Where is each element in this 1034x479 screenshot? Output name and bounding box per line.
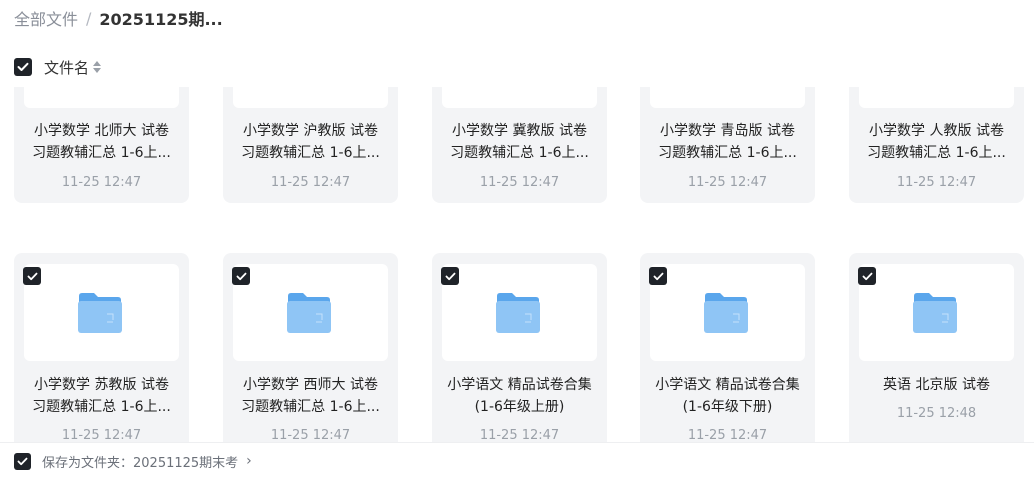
check-icon [445,272,455,280]
folder-date: 11-25 12:47 [687,428,768,442]
item-checkbox[interactable] [649,267,667,285]
check-icon [236,272,246,280]
check-icon [27,272,37,280]
folder-date: 11-25 12:47 [61,175,142,190]
folder-name: 小学数学 西师大 试卷 习题教辅汇总 1-6上... [241,377,380,415]
folder-date: 11-25 12:47 [270,175,351,190]
folder-name: 小学数学 沪教版 试卷 习题教辅汇总 1-6上... [241,123,380,161]
save-as-folder-checkbox[interactable] [14,452,31,470]
folder-thumbnail [24,87,179,108]
item-checkbox[interactable] [441,267,459,285]
list-header: 文件名 [14,57,102,78]
folder-thumbnail [650,87,805,108]
folder-name: 小学语文 精品试卷合集 (1-6年级下册) [655,377,800,415]
folder-thumbnail [441,264,597,361]
check-icon [653,272,663,280]
save-as-folder-label[interactable]: 保存为文件夹：20251125期末考 [42,452,238,471]
breadcrumb-root-link[interactable]: 全部文件 [14,6,78,30]
breadcrumb-separator: / [86,8,92,28]
folder-name: 小学数学 北师大 试卷 习题教辅汇总 1-6上... [32,123,171,161]
folder-card[interactable]: 英语 北京版 试卷 11-25 12:48 [849,253,1024,442]
check-icon [17,457,28,465]
file-grid[interactable]: 小学数学 北师大 试卷 习题教辅汇总 1-6上... 11-25 12:47 小学… [0,87,1034,442]
folder-thumbnail [232,264,388,361]
folder-card[interactable]: 小学语文 精品试卷合集 (1-6年级下册) 11-25 12:47 [640,253,815,442]
folder-name: 小学数学 青岛版 试卷 习题教辅汇总 1-6上... [658,123,797,161]
item-checkbox[interactable] [232,267,250,285]
breadcrumb-current: 20251125期... [99,10,223,29]
select-all-checkbox[interactable] [14,58,32,76]
folder-thumbnail [23,264,179,361]
folder-date: 11-25 12:47 [479,175,560,190]
sort-icon[interactable] [93,61,102,73]
item-checkbox[interactable] [23,267,41,285]
save-bar: 保存为文件夹：20251125期末考 › [0,442,1034,479]
folder-name: 小学数学 人教版 试卷 习题教辅汇总 1-6上... [867,123,1006,161]
folder-card[interactable]: 小学数学 苏教版 试卷 习题教辅汇总 1-6上... 11-25 12:47 [14,253,189,442]
folder-thumbnail [233,87,388,108]
folder-name: 小学数学 苏教版 试卷 习题教辅汇总 1-6上... [32,377,171,415]
folder-thumbnail [442,87,597,108]
folder-date: 11-25 12:48 [896,406,977,421]
folder-date: 11-25 12:47 [61,428,142,442]
folder-card[interactable]: 小学数学 西师大 试卷 习题教辅汇总 1-6上... 11-25 12:47 [223,253,398,442]
folder-date: 11-25 12:47 [270,428,351,442]
chevron-right-icon[interactable]: › [246,453,252,469]
folder-icon [704,293,748,333]
folder-card[interactable]: 小学数学 人教版 试卷 习题教辅汇总 1-6上... 11-25 12:47 [849,87,1024,203]
check-icon [17,62,29,71]
folder-thumbnail [858,264,1014,361]
folder-name: 小学数学 冀教版 试卷 习题教辅汇总 1-6上... [450,123,589,161]
folder-date: 11-25 12:47 [687,175,768,190]
folder-thumbnail [649,264,805,361]
folder-card[interactable]: 小学数学 北师大 试卷 习题教辅汇总 1-6上... 11-25 12:47 [14,87,189,203]
breadcrumb: 全部文件 / 20251125期... [14,6,223,30]
folder-card[interactable]: 小学数学 冀教版 试卷 习题教辅汇总 1-6上... 11-25 12:47 [432,87,607,203]
filename-column-header[interactable]: 文件名 [44,57,89,78]
folder-card[interactable]: 小学数学 沪教版 试卷 习题教辅汇总 1-6上... 11-25 12:47 [223,87,398,203]
folder-thumbnail [859,87,1014,108]
folder-icon [913,293,957,333]
folder-card[interactable]: 小学数学 青岛版 试卷 习题教辅汇总 1-6上... 11-25 12:47 [640,87,815,203]
check-icon [862,272,872,280]
folder-date: 11-25 12:47 [896,175,977,190]
item-checkbox[interactable] [858,267,876,285]
folder-icon [287,293,331,333]
folder-card[interactable]: 小学语文 精品试卷合集 (1-6年级上册) 11-25 12:47 [432,253,607,442]
folder-name: 小学语文 精品试卷合集 (1-6年级上册) [447,377,592,415]
folder-name: 英语 北京版 试卷 [883,377,990,393]
folder-icon [78,293,122,333]
folder-icon [496,293,540,333]
folder-date: 11-25 12:47 [479,428,560,442]
